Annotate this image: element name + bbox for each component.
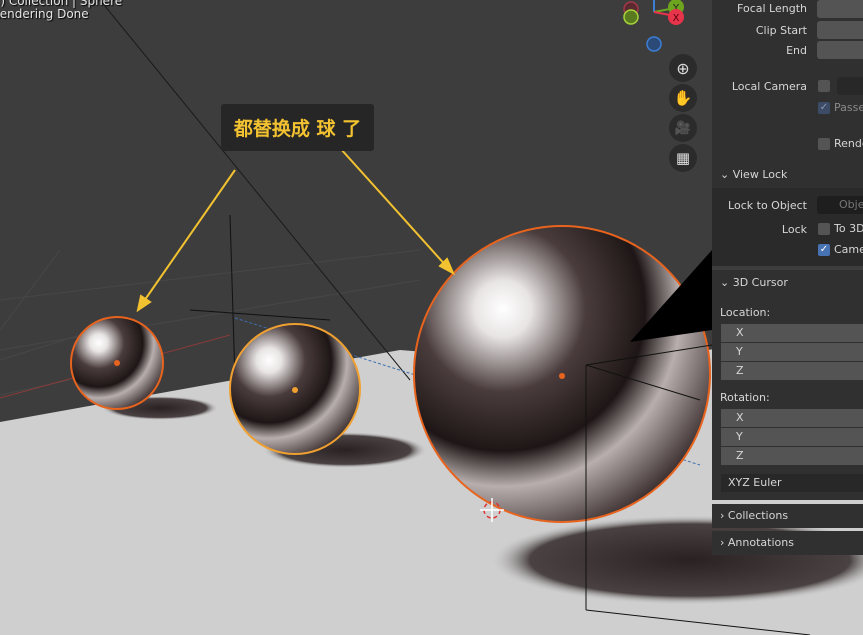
- collections-section[interactable]: › Collections: [712, 504, 863, 528]
- render-region-label: Render Region: [834, 137, 863, 150]
- chevron-right-icon: ›: [720, 536, 725, 549]
- pan-button[interactable]: ✋: [669, 84, 697, 112]
- clip-end-field[interactable]: [817, 41, 863, 59]
- local-camera-object-field[interactable]: [837, 77, 863, 95]
- gizmo-x-label: X: [673, 13, 680, 24]
- camera-to-view-checkbox[interactable]: ✓: [818, 244, 830, 256]
- camera-view-button[interactable]: 🎥: [669, 114, 697, 142]
- lock-to-object-field[interactable]: Object: [817, 196, 863, 214]
- grid-ortho-icon: ▦: [675, 149, 691, 167]
- passepartout-label: Passepartout: [834, 101, 863, 114]
- lock-label: Lock: [781, 223, 807, 236]
- annotation-arrows: [136, 147, 456, 313]
- camera-view-icon: 🎥: [674, 120, 692, 136]
- view-section: Focal Length Clip Start End Local Camera…: [712, 0, 863, 188]
- view-lock-title: View Lock: [732, 168, 788, 181]
- collections-title: Collections: [727, 509, 789, 522]
- rotation-y-field[interactable]: Y: [721, 428, 863, 446]
- render-region-checkbox[interactable]: [818, 138, 830, 150]
- 3d-cursor-title: 3D Cursor: [732, 276, 788, 289]
- lock-to-object-label: Lock to Object: [728, 199, 807, 212]
- 3d-cursor-header[interactable]: ⌄ 3D Cursor: [720, 276, 788, 289]
- view-lock-header[interactable]: ⌄ View Lock: [720, 168, 787, 181]
- zoom-button[interactable]: ⊕: [669, 54, 697, 82]
- focal-length-label: Focal Length: [737, 2, 807, 15]
- chevron-down-icon: ⌄: [720, 168, 730, 181]
- zoom-icon: ⊕: [676, 58, 690, 78]
- camera-line: [99, 0, 411, 381]
- location-y-field[interactable]: Y: [721, 343, 863, 361]
- clip-start-label: Clip Start: [755, 24, 807, 37]
- view-lock-section: Lock to Object Object Lock To 3D Cursor …: [712, 188, 863, 266]
- annotations-title: Annotations: [727, 536, 794, 549]
- object-placeholder: Object: [839, 198, 863, 211]
- clip-end-label: End: [786, 44, 807, 57]
- location-label: Location:: [720, 306, 771, 319]
- location-z-field[interactable]: Z: [721, 362, 863, 380]
- camera-to-view-label: Camera to View: [834, 243, 863, 256]
- render-status-text: Rendering Done: [0, 7, 89, 21]
- local-camera-label: Local Camera: [731, 80, 807, 93]
- origin-dot: [292, 387, 298, 393]
- rotation-mode-dropdown[interactable]: XYZ Euler: [721, 474, 863, 492]
- navigation-gizmo[interactable]: Y X: [623, 0, 684, 52]
- 3d-cursor-section: ⌄ 3D Cursor Location: X Y Z Rotation: X …: [712, 270, 863, 500]
- location-x-field[interactable]: X: [721, 324, 863, 342]
- to-3d-cursor-checkbox[interactable]: [818, 223, 830, 235]
- chevron-right-icon: ›: [720, 509, 725, 522]
- to-3d-cursor-label: To 3D Cursor: [834, 222, 863, 235]
- sidebar-view-panel: Focal Length Clip Start End Local Camera…: [712, 0, 863, 555]
- ortho-toggle-button[interactable]: ▦: [669, 144, 697, 172]
- rotation-z-field[interactable]: Z: [721, 447, 863, 465]
- hand-pan-icon: ✋: [673, 89, 693, 107]
- clip-start-field[interactable]: [817, 21, 863, 39]
- rotation-label: Rotation:: [720, 391, 770, 404]
- annotations-section[interactable]: › Annotations: [712, 531, 863, 555]
- chevron-down-icon: ⌄: [720, 276, 730, 289]
- origin-dot: [114, 360, 120, 366]
- local-camera-checkbox[interactable]: [818, 80, 830, 92]
- annotation-callout: 都替换成 球 了: [221, 104, 374, 151]
- focal-length-field[interactable]: [817, 0, 863, 18]
- passepartout-checkbox[interactable]: ✓: [818, 102, 830, 114]
- origin-dot: [559, 373, 565, 379]
- rotation-x-field[interactable]: X: [721, 409, 863, 427]
